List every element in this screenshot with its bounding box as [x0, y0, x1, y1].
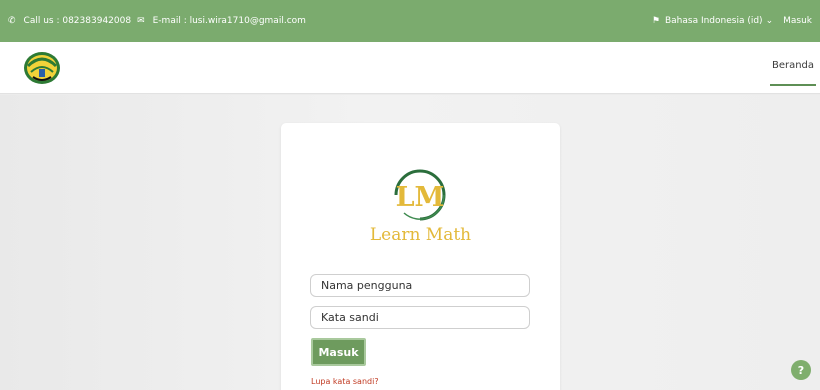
language-label: Bahasa Indonesia (id)	[664, 16, 763, 26]
learn-math-logo-icon: LM	[384, 165, 456, 225]
phone-icon: ✆	[8, 16, 16, 26]
brand-name: Learn Math	[369, 225, 472, 245]
contact-info: ✆ Call us : 082383942008 ✉ E-mail : lusi…	[8, 16, 306, 26]
svg-text:LM: LM	[396, 182, 445, 213]
login-card: LM Learn Math Nama pengguna Kata sandi M…	[281, 123, 560, 390]
language-flag-icon: ⚑	[651, 16, 660, 26]
username-input[interactable]: Nama pengguna	[310, 274, 530, 297]
login-button[interactable]: Masuk	[311, 338, 366, 366]
language-selector[interactable]: ⚑ Bahasa Indonesia (id) ⌄	[652, 16, 773, 26]
password-input[interactable]: Kata sandi	[310, 306, 530, 329]
top-contact-bar: ✆ Call us : 082383942008 ✉ E-mail : lusi…	[0, 0, 820, 42]
chevron-down-icon: ⌄	[765, 16, 774, 26]
email-text: E-mail : lusi.wira1710@gmail.com	[152, 16, 306, 26]
university-emblem-icon[interactable]	[22, 50, 62, 86]
call-us-text: Call us : 082383942008	[23, 16, 132, 26]
navbar: Beranda	[0, 42, 820, 94]
nav-home-link[interactable]: Beranda	[770, 60, 816, 86]
main-content: LM Learn Math Nama pengguna Kata sandi M…	[0, 95, 820, 390]
topbar-actions: ⚑ Bahasa Indonesia (id) ⌄ Masuk	[652, 16, 812, 26]
forgot-password-link[interactable]: Lupa kata sandi?	[311, 377, 379, 386]
help-button[interactable]: ?	[791, 360, 811, 380]
mail-icon: ✉	[137, 16, 145, 26]
login-link[interactable]: Masuk	[783, 16, 812, 26]
